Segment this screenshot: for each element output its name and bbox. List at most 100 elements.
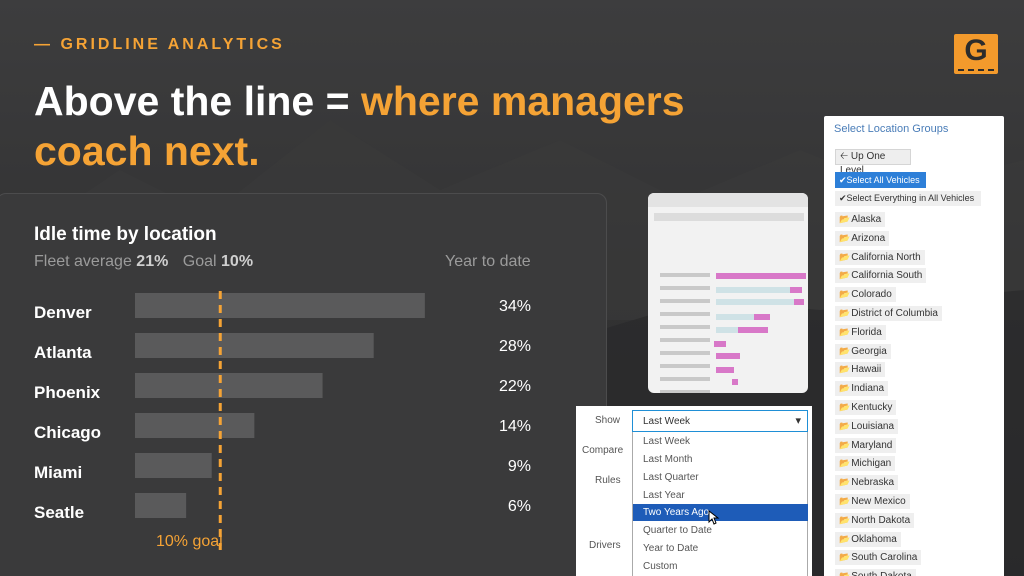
period-select-value: Last Week <box>643 416 691 427</box>
bar <box>135 373 323 398</box>
mini-bar <box>790 287 802 293</box>
location-group-label: Georgia <box>851 345 887 357</box>
select-all-vehicles-button[interactable]: ✔Select All Vehicles <box>835 172 926 188</box>
value-label: 9% <box>508 458 531 475</box>
folder-icon: 📂 <box>839 289 851 300</box>
mini-bar-secondary <box>716 287 790 293</box>
logo-letter: G <box>964 34 988 67</box>
folder-icon: 📂 <box>839 345 851 356</box>
mini-row-label <box>660 390 710 393</box>
location-group-label: Nebraska <box>851 477 895 489</box>
value-label: 28% <box>499 338 531 355</box>
period-option[interactable]: Last Week <box>633 433 808 450</box>
folder-icon: 📂 <box>839 364 851 375</box>
location-group-item[interactable]: 📂South Carolina <box>835 550 922 566</box>
location-group-label: California North <box>851 251 921 263</box>
location-group-label: Louisiana <box>851 420 895 432</box>
location-group-item[interactable]: 📂Oklahoma <box>835 531 901 547</box>
period-option[interactable]: Last Quarter <box>633 469 808 486</box>
report-screenshot <box>648 193 808 393</box>
folder-icon: 📂 <box>839 477 851 488</box>
period-options-menu: Last Week Last Month Last Quarter Last Y… <box>632 432 808 576</box>
goal-line-label: 10% goal <box>156 533 223 550</box>
location-group-item[interactable]: 📂Indiana <box>835 381 889 397</box>
location-group-item[interactable]: 📂New Mexico <box>835 494 910 509</box>
mini-bar <box>716 273 806 279</box>
up-one-level-button[interactable]: 🡠 Up One Level <box>835 149 911 176</box>
location-group-item[interactable]: 📂Arizona <box>835 230 890 246</box>
location-group-item[interactable]: 📂Louisiana <box>835 418 899 434</box>
mini-row-label <box>660 351 710 355</box>
mini-row-label <box>660 299 710 303</box>
mini-row-label <box>660 273 710 277</box>
logo: G <box>954 34 998 74</box>
value-label: 6% <box>508 498 531 515</box>
mini-bar-secondary <box>716 314 754 320</box>
period-select[interactable]: Last Week ▾ <box>632 410 808 432</box>
bar <box>135 453 212 478</box>
location-group-item[interactable]: 📂Georgia <box>835 343 891 359</box>
mini-bar <box>714 341 726 347</box>
location-group-item[interactable]: 📂Kentucky <box>835 400 897 415</box>
mini-row-label <box>660 377 710 381</box>
mini-row-label <box>660 364 710 368</box>
location-group-item[interactable]: 📂South Dakota <box>835 569 916 576</box>
compare-label: Compare <box>582 445 624 456</box>
period-option[interactable]: Custom <box>633 558 808 575</box>
mini-row-label <box>660 286 710 290</box>
mini-row-label <box>660 338 710 342</box>
location-group-label: Michigan <box>851 458 892 470</box>
location-group-item[interactable]: 📂Nebraska <box>835 475 899 491</box>
location-group-item[interactable]: 📂Michigan <box>835 456 896 472</box>
drivers-label: Drivers <box>589 540 621 551</box>
check-icon: ✔ <box>839 175 847 185</box>
folder-icon: 📂 <box>839 326 851 337</box>
location-group-item[interactable]: 📂California South <box>835 268 927 284</box>
folder-icon: 📂 <box>839 439 851 450</box>
period-option[interactable]: Year to Date <box>633 540 808 557</box>
select-everything-button[interactable]: ✔Select Everything in All Vehicles <box>835 191 981 206</box>
location-group-label: Florida <box>851 326 882 338</box>
location-groups-screenshot: Select Location Groups 🡠 Up One Level ✔S… <box>824 116 1004 576</box>
location-group-item[interactable]: 📂California North <box>835 249 925 265</box>
category-label: Atlanta <box>34 343 92 362</box>
location-group-item[interactable]: 📂Hawaii <box>835 362 886 378</box>
folder-icon: 📂 <box>839 308 851 318</box>
location-group-label: Indiana <box>851 383 885 395</box>
mouse-cursor-icon <box>708 510 720 525</box>
mini-bar-secondary <box>716 327 738 333</box>
folder-icon: 📂 <box>839 383 851 394</box>
mini-bar <box>716 353 740 359</box>
location-group-item[interactable]: 📂Florida <box>835 324 886 340</box>
location-group-label: Arizona <box>851 232 886 244</box>
location-group-item[interactable]: 📂Colorado <box>835 287 896 303</box>
period-option[interactable]: Last Year <box>633 487 808 504</box>
location-groups-title: Select Location Groups <box>834 123 949 135</box>
location-group-label: Colorado <box>851 289 892 301</box>
bar <box>135 413 255 438</box>
category-label: Chicago <box>34 423 101 442</box>
location-group-label: District of Columbia <box>851 308 938 319</box>
mini-bar <box>738 327 768 333</box>
location-group-item[interactable]: 📂District of Columbia <box>835 306 942 321</box>
location-group-label: Hawaii <box>851 364 882 376</box>
chevron-down-icon: ▾ <box>795 415 801 427</box>
folder-icon: 📂 <box>839 402 851 412</box>
select-all-label: Select All Vehicles <box>846 175 920 185</box>
folder-icon: 📂 <box>839 514 851 525</box>
mini-bar <box>732 379 738 385</box>
location-group-item[interactable]: 📂Maryland <box>835 437 897 453</box>
select-everything-label: Select Everything in All Vehicles <box>846 193 975 203</box>
mini-row-label <box>660 312 710 316</box>
folder-icon: 📂 <box>839 533 851 544</box>
category-label: Seatle <box>34 503 84 522</box>
location-group-item[interactable]: 📂North Dakota <box>835 512 915 528</box>
location-group-label: New Mexico <box>851 496 906 507</box>
mini-bar <box>754 314 770 320</box>
period-option[interactable]: Last Month <box>633 451 808 468</box>
folder-icon: 📂 <box>839 458 851 469</box>
value-label: 22% <box>499 378 531 395</box>
location-group-label: Oklahoma <box>851 533 897 545</box>
folder-icon: 📂 <box>839 552 851 563</box>
location-group-item[interactable]: 📂Alaska <box>835 212 886 227</box>
